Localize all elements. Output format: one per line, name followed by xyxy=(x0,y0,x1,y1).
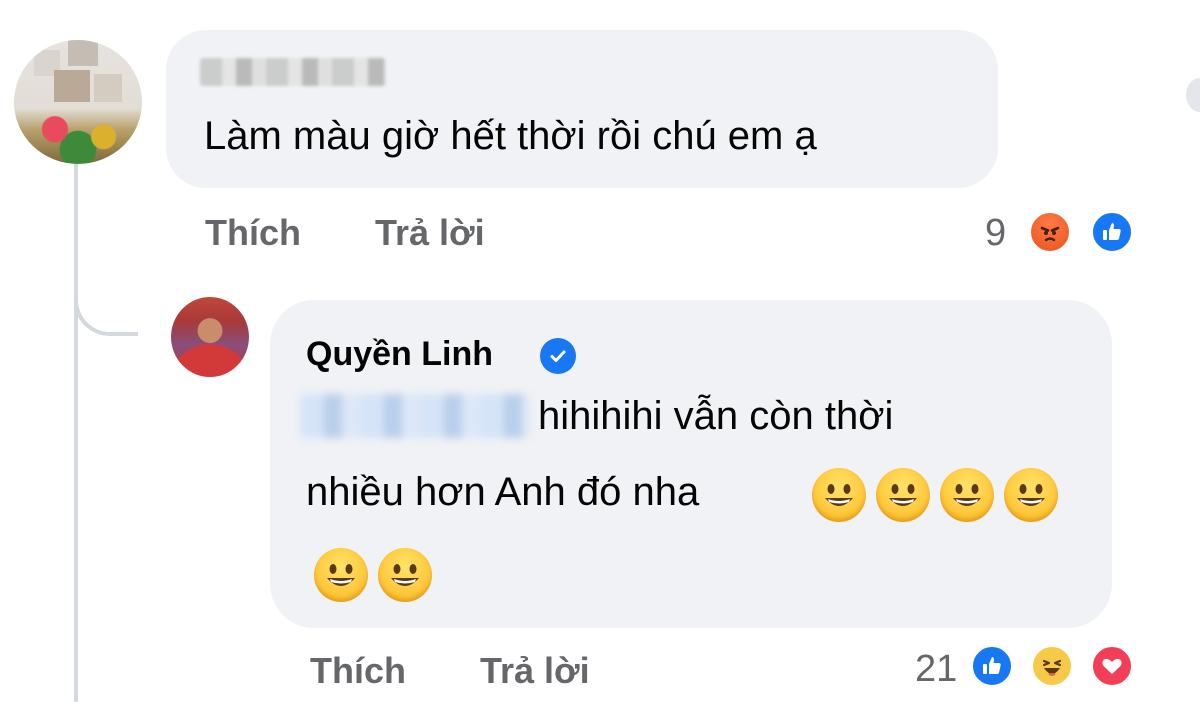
replier-avatar[interactable] xyxy=(171,297,249,377)
grinning-face-emoji xyxy=(378,548,432,602)
thread-line xyxy=(74,162,78,702)
verified-badge-icon xyxy=(540,338,576,374)
like-button[interactable]: Thích xyxy=(205,212,301,254)
grinning-face-emoji xyxy=(940,468,994,522)
reply-button[interactable]: Trả lời xyxy=(375,212,485,254)
reply-text-line-2: nhiều hơn Anh đó nha xyxy=(306,470,700,514)
thread-connector xyxy=(74,250,138,336)
reply-text-line-1: hihihihi vẫn còn thời xyxy=(538,394,894,438)
like-reaction-icon[interactable] xyxy=(970,644,1014,688)
grinning-face-emoji xyxy=(876,468,930,522)
comment-bubble xyxy=(166,30,998,188)
commenter-name-blurred[interactable] xyxy=(200,58,386,86)
grinning-face-emoji xyxy=(812,468,866,522)
angry-reaction-icon[interactable] xyxy=(1028,210,1072,254)
love-reaction-icon[interactable] xyxy=(1090,644,1134,688)
commenter-avatar[interactable] xyxy=(14,40,142,164)
mention-tag-blurred[interactable] xyxy=(300,394,530,438)
reply-like-button[interactable]: Thích xyxy=(310,650,406,692)
replier-name[interactable]: Quyền Linh xyxy=(306,335,493,374)
grinning-face-emoji xyxy=(1004,468,1058,522)
reply-reply-button[interactable]: Trả lời xyxy=(480,650,590,692)
cropped-avatar xyxy=(1186,78,1200,112)
comment-text: Làm màu giờ hết thời rồi chú em ạ xyxy=(204,114,817,158)
reaction-count[interactable]: 9 xyxy=(985,212,1006,255)
reply-reaction-count[interactable]: 21 xyxy=(915,648,957,691)
haha-reaction-icon[interactable] xyxy=(1030,644,1074,688)
like-reaction-icon[interactable] xyxy=(1090,210,1134,254)
grinning-face-emoji xyxy=(314,548,368,602)
